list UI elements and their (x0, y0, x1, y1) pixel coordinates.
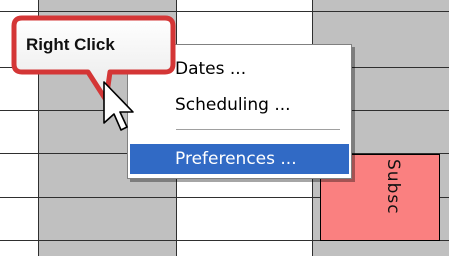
arrow-cursor-icon (103, 81, 134, 131)
menu-separator-highlight (176, 130, 340, 131)
callout-label: Right Click (26, 35, 115, 54)
appointment-label: Subsc (383, 159, 403, 215)
menu-item-preferences[interactable]: Preferences ... (130, 144, 349, 174)
calendar-grid: Subsc Dates ... Scheduling ... Preferenc… (0, 0, 449, 256)
